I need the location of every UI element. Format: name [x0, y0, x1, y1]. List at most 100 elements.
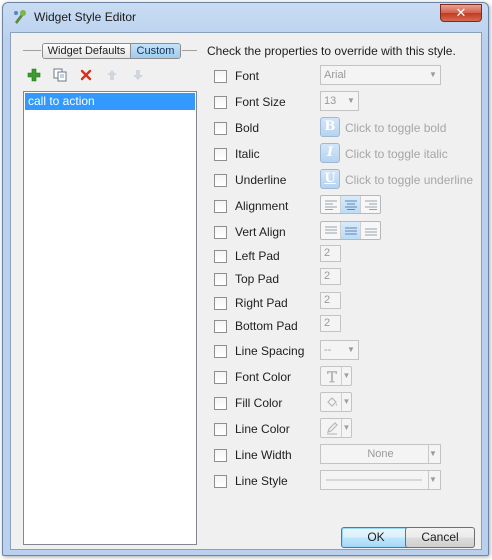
line-color-row: Line Color ▼	[214, 418, 479, 440]
font-size-value: 13	[324, 95, 337, 107]
font-checkbox[interactable]	[214, 70, 227, 83]
font-size-row: Font Size 13 ▼	[214, 91, 479, 113]
right-pad-checkbox[interactable]	[214, 297, 227, 310]
styles-list[interactable]: call to action	[23, 91, 197, 545]
line-color-picker[interactable]: ▼	[320, 418, 352, 438]
valign-middle-icon	[344, 227, 357, 234]
add-icon[interactable]	[26, 67, 42, 83]
widget-defaults-tab[interactable]: Widget Defaults	[43, 44, 131, 58]
dialog-body: Widget Defaults Custom call to action Ch…	[10, 32, 482, 550]
align-center-icon	[344, 200, 357, 210]
instructions-text: Check the properties to override with th…	[207, 44, 456, 58]
font-color-label: Font Color	[235, 370, 292, 384]
cancel-button[interactable]: Cancel	[405, 527, 475, 548]
move-down-icon[interactable]	[130, 67, 146, 83]
bottom-pad-checkbox[interactable]	[214, 320, 227, 333]
divider	[182, 50, 197, 51]
italic-toggle-hint[interactable]: Click to toggle italic	[345, 147, 448, 161]
valign-bottom-button[interactable]	[361, 222, 380, 239]
dialog-window: Widget Style Editor ✕ Widget Defaults Cu…	[2, 2, 489, 556]
alignment-label: Alignment	[235, 199, 289, 213]
font-size-checkbox[interactable]	[214, 96, 227, 109]
close-button[interactable]: ✕	[440, 4, 482, 22]
line-spacing-row: Line Spacing -- ▼	[214, 340, 479, 362]
valign-bottom-icon	[364, 228, 377, 235]
pencil-icon	[323, 420, 341, 436]
left-pad-label: Left Pad	[235, 249, 280, 263]
alignment-checkbox[interactable]	[214, 200, 227, 213]
chevron-down-icon: ▼	[429, 449, 437, 458]
valign-top-icon	[324, 226, 337, 233]
line-width-checkbox[interactable]	[214, 449, 227, 462]
chevron-down-icon: ▼	[429, 475, 437, 484]
list-item[interactable]: call to action	[25, 93, 195, 110]
valign-middle-button[interactable]	[341, 222, 361, 239]
bottom-pad-label: Bottom Pad	[235, 319, 298, 333]
copy-icon[interactable]	[52, 67, 68, 83]
bold-toggle-hint[interactable]: Click to toggle bold	[345, 121, 446, 135]
font-size-select[interactable]: 13 ▼	[320, 91, 359, 111]
right-pad-input[interactable]: 2	[320, 292, 341, 309]
chevron-down-icon: ▼	[341, 419, 351, 437]
vert-align-buttons	[320, 221, 381, 240]
divider	[23, 50, 41, 51]
underline-toggle-icon[interactable]: U	[320, 169, 340, 189]
underline-label: Underline	[235, 173, 287, 187]
top-pad-label: Top Pad	[235, 272, 280, 286]
custom-tab[interactable]: Custom	[131, 44, 180, 58]
chevron-down-icon: ▼	[341, 367, 351, 385]
widget-style-icon	[14, 10, 26, 24]
line-spacing-value: --	[324, 344, 332, 356]
chevron-down-icon: ▼	[429, 70, 437, 79]
top-pad-checkbox[interactable]	[214, 273, 227, 286]
underline-toggle-hint[interactable]: Click to toggle underline	[345, 173, 473, 187]
font-color-checkbox[interactable]	[214, 371, 227, 384]
chevron-down-icon: ▼	[347, 345, 355, 354]
title-bar[interactable]: Widget Style Editor ✕	[3, 3, 488, 31]
line-width-select[interactable]: None ▼	[320, 444, 441, 464]
window-title: Widget Style Editor	[34, 10, 137, 24]
style-scope-toggle: Widget Defaults Custom	[42, 43, 181, 59]
vert-align-label: Vert Align	[235, 225, 286, 239]
bottom-pad-row: Bottom Pad 2	[214, 315, 479, 337]
align-left-button[interactable]	[321, 196, 341, 213]
line-color-checkbox[interactable]	[214, 423, 227, 436]
ok-button[interactable]: OK	[341, 527, 411, 548]
font-color-row: Font Color ▼	[214, 366, 479, 388]
font-select[interactable]: Arial ▼	[320, 65, 441, 85]
line-spacing-checkbox[interactable]	[214, 345, 227, 358]
align-right-icon	[364, 200, 377, 210]
styles-toolbar	[26, 67, 146, 83]
top-pad-input[interactable]: 2	[320, 268, 341, 285]
align-center-button[interactable]	[341, 196, 361, 213]
bold-checkbox[interactable]	[214, 122, 227, 135]
top-pad-row: Top Pad 2	[214, 268, 479, 290]
left-pad-checkbox[interactable]	[214, 250, 227, 263]
font-row: Font Arial ▼	[214, 65, 479, 87]
align-left-icon	[324, 200, 337, 210]
chevron-down-icon: ▼	[347, 96, 355, 105]
vert-align-checkbox[interactable]	[214, 226, 227, 239]
line-style-label: Line Style	[235, 474, 288, 488]
line-style-checkbox[interactable]	[214, 475, 227, 488]
move-up-icon[interactable]	[104, 67, 120, 83]
align-right-button[interactable]	[361, 196, 380, 213]
bottom-pad-input[interactable]: 2	[320, 315, 341, 332]
line-spacing-select[interactable]: -- ▼	[320, 340, 359, 360]
underline-checkbox[interactable]	[214, 174, 227, 187]
alignment-buttons	[320, 195, 381, 214]
delete-icon[interactable]	[78, 67, 94, 83]
left-pad-input[interactable]: 2	[320, 245, 341, 262]
italic-toggle-icon[interactable]: I	[320, 143, 340, 163]
bold-toggle-icon[interactable]: B	[320, 117, 340, 137]
italic-row: Italic I Click to toggle italic	[214, 143, 479, 165]
italic-checkbox[interactable]	[214, 148, 227, 161]
fill-color-checkbox[interactable]	[214, 397, 227, 410]
vert-align-row: Vert Align	[214, 221, 479, 243]
line-width-row: Line Width None ▼	[214, 444, 479, 466]
fill-color-picker[interactable]: ▼	[320, 392, 352, 412]
valign-top-button[interactable]	[321, 222, 341, 239]
font-size-label: Font Size	[235, 95, 286, 109]
line-style-select[interactable]: ▼	[320, 470, 441, 490]
font-color-picker[interactable]: ▼	[320, 366, 352, 386]
